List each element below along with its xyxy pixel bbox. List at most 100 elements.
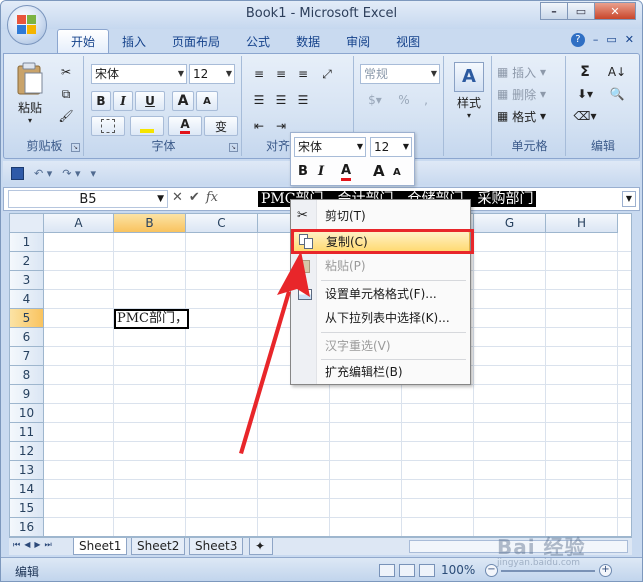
paste-button[interactable]: 粘贴 ▾	[12, 62, 48, 125]
row-header-4[interactable]: 4	[10, 290, 44, 309]
ribbon-restore-icon[interactable]: ▭	[606, 33, 616, 47]
customize-qat-icon[interactable]: ▾	[91, 167, 97, 180]
row-header-16[interactable]: 16	[10, 518, 44, 536]
bold-button[interactable]: B	[91, 91, 111, 111]
zoom-slider[interactable]	[501, 570, 595, 572]
next-sheet-icon[interactable]: ▶	[34, 540, 40, 550]
row-header-12[interactable]: 12	[10, 442, 44, 461]
increase-indent-icon[interactable]: ⇥	[270, 116, 292, 136]
undo-icon[interactable]: ↶ ▾	[34, 167, 52, 180]
percent-button[interactable]: %	[394, 90, 414, 110]
tab-review[interactable]: 审阅	[333, 31, 383, 53]
row-header-6[interactable]: 6	[10, 328, 44, 347]
ribbon-minimize-icon[interactable]: –	[593, 33, 599, 47]
mini-bold-button[interactable]: B	[298, 164, 308, 179]
tab-page-layout[interactable]: 页面布局	[159, 31, 233, 53]
tab-formulas[interactable]: 公式	[233, 31, 283, 53]
save-icon[interactable]	[11, 166, 24, 180]
prev-sheet-icon[interactable]: ◀	[24, 540, 30, 550]
row-header-14[interactable]: 14	[10, 480, 44, 499]
row-header-13[interactable]: 13	[10, 461, 44, 480]
comma-button[interactable]: ,	[416, 90, 436, 110]
redo-icon[interactable]: ↷ ▾	[62, 167, 80, 180]
align-middle-icon[interactable]: ≡	[270, 64, 292, 84]
row-header-5[interactable]: 5	[10, 309, 44, 328]
column-header-a[interactable]: A	[44, 214, 114, 233]
row-header-7[interactable]: 7	[10, 347, 44, 366]
row-header-10[interactable]: 10	[10, 404, 44, 423]
font-color-button[interactable]: A	[168, 116, 202, 136]
zoom-in-icon[interactable]: +	[599, 564, 612, 577]
mini-italic-button[interactable]: I	[318, 164, 324, 179]
column-header-b[interactable]: B	[114, 214, 186, 233]
paste-dropdown-icon[interactable]: ▾	[12, 116, 48, 125]
insert-sheet-icon[interactable]: ✦	[249, 538, 273, 555]
confirm-entry-icon[interactable]: ✔	[189, 190, 200, 205]
phonetic-button[interactable]: 变	[204, 116, 238, 136]
cell-b5[interactable]: PMC部门，	[114, 309, 189, 329]
mini-shrink-font-button[interactable]: A	[393, 167, 401, 178]
first-sheet-icon[interactable]: ⏮	[13, 540, 20, 550]
row-header-8[interactable]: 8	[10, 366, 44, 385]
tab-insert[interactable]: 插入	[109, 31, 159, 53]
font-name-combo[interactable]: 宋体 ▼	[91, 64, 187, 84]
mini-grow-font-button[interactable]: A	[373, 162, 385, 180]
shrink-font-button[interactable]: A	[196, 91, 218, 111]
delete-cells-button[interactable]: ▦ 删除 ▾	[496, 84, 562, 104]
cut-icon[interactable]: ✂	[56, 62, 76, 82]
clipboard-launcher-icon[interactable]: ↘	[71, 143, 80, 152]
autosum-button[interactable]: Σ	[570, 62, 600, 82]
column-header-g[interactable]: G	[474, 214, 546, 233]
column-header-h[interactable]: H	[546, 214, 618, 233]
row-header-1[interactable]: 1	[10, 233, 44, 252]
menu-item-expand-formula-bar[interactable]: 扩充编辑栏(B)	[293, 361, 470, 383]
row-header-11[interactable]: 11	[10, 423, 44, 442]
menu-item-pick-from-list[interactable]: 从下拉列表中选择(K)...	[293, 307, 470, 329]
office-button[interactable]	[7, 5, 47, 45]
row-header-3[interactable]: 3	[10, 271, 44, 290]
help-icon[interactable]: ?	[570, 33, 585, 47]
format-painter-icon[interactable]: 🖌	[56, 106, 76, 126]
close-button[interactable]: ✕	[594, 2, 636, 20]
last-sheet-icon[interactable]: ⏭	[45, 540, 52, 550]
row-header-2[interactable]: 2	[10, 252, 44, 271]
menu-item-reconvert[interactable]: 汉字重选(V)	[293, 335, 470, 357]
number-format-combo[interactable]: 常规 ▼	[360, 64, 440, 84]
tab-data[interactable]: 数据	[283, 31, 333, 53]
tab-home[interactable]: 开始	[57, 29, 110, 53]
align-center-icon[interactable]: ☰	[270, 90, 292, 110]
styles-button[interactable]: A 样式 ▾	[450, 62, 488, 120]
sheet-tab-1[interactable]: Sheet1	[73, 538, 128, 555]
ribbon-close-icon[interactable]: ✕	[625, 33, 634, 47]
decrease-indent-icon[interactable]: ⇤	[248, 116, 270, 136]
orientation-icon[interactable]: ⤢	[316, 64, 338, 84]
align-right-icon[interactable]: ☰	[292, 90, 314, 110]
insert-cells-button[interactable]: ▦ 插入 ▾	[496, 62, 562, 82]
tab-view[interactable]: 视图	[383, 31, 433, 53]
currency-icon[interactable]: $▾	[360, 90, 390, 110]
menu-item-format-cells[interactable]: 设置单元格格式(F)...	[293, 283, 470, 305]
sheet-tab-3[interactable]: Sheet3	[189, 538, 244, 555]
borders-button[interactable]	[91, 116, 125, 136]
mini-font-color-button[interactable]: A	[341, 164, 352, 181]
copy-icon[interactable]: ⧉	[56, 84, 76, 104]
font-launcher-icon[interactable]: ↘	[229, 143, 238, 152]
mini-font-size-combo[interactable]: 12 ▼	[370, 137, 412, 157]
row-header-15[interactable]: 15	[10, 499, 44, 518]
name-box[interactable]: B5 ▼	[8, 190, 168, 208]
cancel-entry-icon[interactable]: ✕	[172, 190, 183, 205]
align-top-icon[interactable]: ≡	[248, 64, 270, 84]
fill-color-button[interactable]	[130, 116, 164, 136]
minimize-button[interactable]: –	[540, 2, 568, 20]
page-break-view-icon[interactable]	[419, 564, 435, 577]
row-header-9[interactable]: 9	[10, 385, 44, 404]
column-header-c[interactable]: C	[186, 214, 258, 233]
insert-function-button[interactable]: fx	[206, 190, 218, 205]
format-cells-button[interactable]: ▦ 格式 ▾	[496, 106, 562, 126]
fill-icon[interactable]: ⬇▾	[570, 84, 600, 104]
font-size-combo[interactable]: 12 ▼	[189, 64, 235, 84]
page-layout-view-icon[interactable]	[399, 564, 415, 577]
normal-view-icon[interactable]	[379, 564, 395, 577]
clear-icon[interactable]: ⌫▾	[570, 106, 600, 126]
zoom-level[interactable]: 100%	[441, 563, 475, 577]
